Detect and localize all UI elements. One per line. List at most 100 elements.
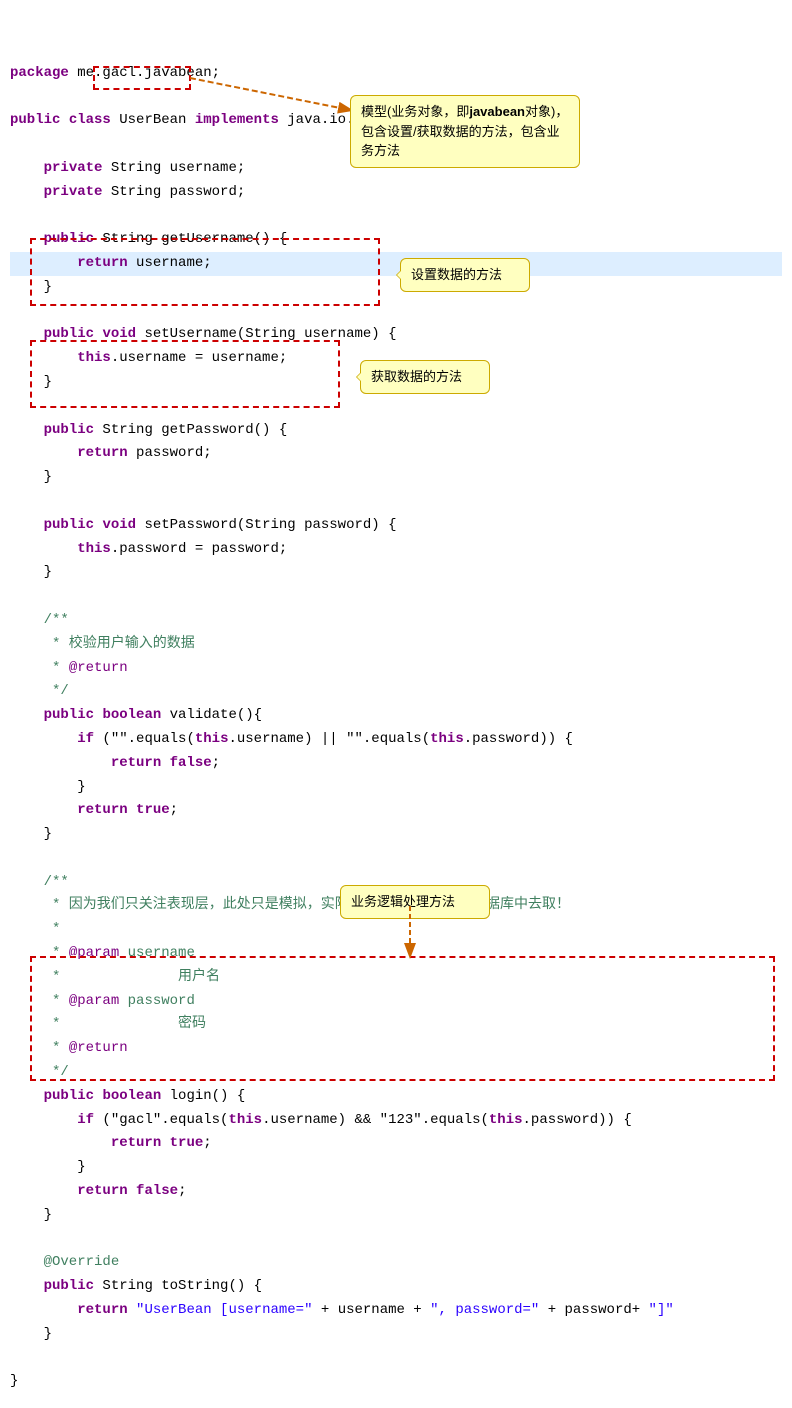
code-block: package me.gacl.javabean; public class U… xyxy=(0,10,792,1398)
token xyxy=(10,1135,111,1151)
token: .password = password; xyxy=(111,541,287,557)
token xyxy=(10,1183,77,1199)
getter-tooltip: 获取数据的方法 xyxy=(360,360,490,394)
token: void xyxy=(102,517,136,533)
token: * xyxy=(10,993,69,1009)
token: private xyxy=(44,160,103,176)
token: "UserBean [username=" xyxy=(136,1302,312,1318)
token: public xyxy=(10,112,60,128)
token: public xyxy=(44,1088,94,1104)
token: } xyxy=(10,1326,52,1342)
code-line-40: * @param password xyxy=(10,990,782,1014)
code-line-18: } xyxy=(10,466,782,490)
code-line-52: public String toString() { xyxy=(10,1275,782,1299)
token: false xyxy=(136,1183,178,1199)
token: @Override xyxy=(10,1254,119,1270)
token xyxy=(10,731,77,747)
token: boolean xyxy=(102,1088,161,1104)
token xyxy=(128,1183,136,1199)
token: ", password=" xyxy=(430,1302,539,1318)
code-line-16: public String getPassword() { xyxy=(10,419,782,443)
token: * xyxy=(10,660,69,676)
token: boolean xyxy=(102,707,161,723)
token: username xyxy=(119,945,195,961)
code-line-12: public void setUsername(String username)… xyxy=(10,323,782,347)
token xyxy=(10,160,44,176)
token: public xyxy=(44,707,94,723)
token: * 用户名 xyxy=(10,969,220,985)
code-line-54: } xyxy=(10,1323,782,1347)
code-line-11 xyxy=(10,300,782,324)
token: return xyxy=(77,255,127,271)
code-line-19 xyxy=(10,490,782,514)
token xyxy=(60,112,68,128)
token: } xyxy=(10,469,52,485)
token: this xyxy=(77,541,111,557)
token: .username) && "123".equals( xyxy=(262,1112,489,1128)
token: return xyxy=(77,1183,127,1199)
setter-tooltip: 设置数据的方法 xyxy=(400,258,530,292)
token: .username) || "".equals( xyxy=(228,731,430,747)
token: public xyxy=(44,1278,94,1294)
code-line-38: * @param username xyxy=(10,942,782,966)
token xyxy=(128,1302,136,1318)
code-line-15 xyxy=(10,395,782,419)
code-line-51: @Override xyxy=(10,1251,782,1275)
code-line-27: */ xyxy=(10,680,782,704)
code-line-25: * 校验用户输入的数据 xyxy=(10,633,782,657)
token: ("gacl".equals( xyxy=(94,1112,228,1128)
token xyxy=(10,326,44,342)
business-tooltip-text: 业务逻辑处理方法 xyxy=(351,894,455,909)
token: this xyxy=(195,731,229,747)
token: /** xyxy=(10,874,69,890)
token: * xyxy=(10,1040,69,1056)
code-line-30: return false; xyxy=(10,752,782,776)
token: class xyxy=(69,112,111,128)
token: */ xyxy=(10,683,69,699)
token: if xyxy=(77,731,94,747)
token: String username; xyxy=(102,160,245,176)
token: @return xyxy=(69,1040,128,1056)
token xyxy=(10,255,77,271)
business-tooltip: 业务逻辑处理方法 xyxy=(340,885,490,919)
token: me.gacl.javabean; xyxy=(69,65,220,81)
code-line-39: * 用户名 xyxy=(10,966,782,990)
token: String password; xyxy=(102,184,245,200)
token: private xyxy=(44,184,103,200)
token: * xyxy=(10,921,60,937)
token: return xyxy=(77,445,127,461)
token: this xyxy=(430,731,464,747)
token: return xyxy=(77,1302,127,1318)
token: */ xyxy=(10,1064,69,1080)
code-line-23 xyxy=(10,585,782,609)
code-line-6: private String password; xyxy=(10,181,782,205)
token: public xyxy=(44,422,94,438)
token: * xyxy=(10,945,69,961)
token: } xyxy=(10,279,52,295)
code-line-56: } xyxy=(10,1370,782,1394)
token: false xyxy=(170,755,212,771)
code-line-37: * xyxy=(10,918,782,942)
token xyxy=(10,1112,77,1128)
code-line-7 xyxy=(10,204,782,228)
code-line-50 xyxy=(10,1228,782,1252)
token: return xyxy=(111,1135,161,1151)
token xyxy=(10,707,44,723)
code-line-34 xyxy=(10,847,782,871)
code-line-1: package me.gacl.javabean; xyxy=(10,62,782,86)
token: .password)) { xyxy=(464,731,573,747)
getter-tooltip-text: 获取数据的方法 xyxy=(371,369,462,384)
token: public xyxy=(44,326,94,342)
token: return xyxy=(111,755,161,771)
token: setPassword(String password) { xyxy=(136,517,396,533)
token: } xyxy=(10,374,52,390)
code-line-29: if ("".equals(this.username) || "".equal… xyxy=(10,728,782,752)
token: setUsername(String username) { xyxy=(136,326,396,342)
code-line-24: /** xyxy=(10,609,782,633)
code-line-45: if ("gacl".equals(this.username) && "123… xyxy=(10,1109,782,1133)
token xyxy=(10,1302,77,1318)
token: password xyxy=(119,993,195,1009)
code-line-32: return true; xyxy=(10,799,782,823)
token xyxy=(10,755,111,771)
code-line-44: public boolean login() { xyxy=(10,1085,782,1109)
